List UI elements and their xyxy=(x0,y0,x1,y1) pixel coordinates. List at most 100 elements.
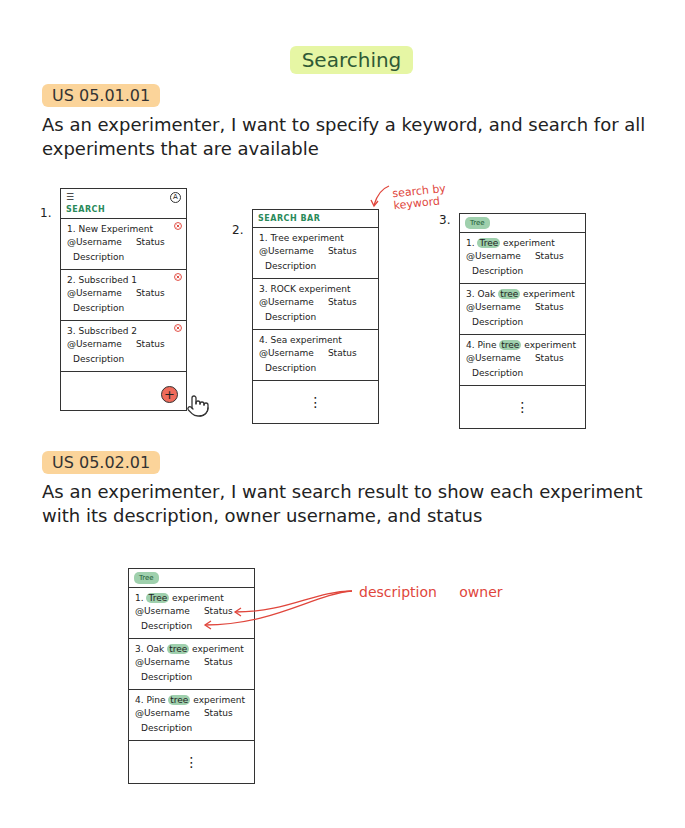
screen-row: 1.☰ASEARCH1. New Experiment@UsernameStat… xyxy=(40,173,665,429)
experiment-description: Description xyxy=(135,620,248,633)
experiment-title: 1. Tree experiment xyxy=(259,232,372,245)
title-row: Searching xyxy=(38,46,665,74)
experiment-item[interactable]: 4. Pine tree experiment@UsernameStatusDe… xyxy=(460,335,585,386)
annotation-text: search by keyword xyxy=(392,182,458,213)
experiment-title: 3. Oak tree experiment xyxy=(135,643,248,656)
annotation-arrow-icon xyxy=(369,183,391,209)
search-query[interactable]: Tree xyxy=(465,217,490,229)
page-title: Searching xyxy=(290,46,414,74)
phone-screen: Tree1. Tree experiment@UsernameStatusDes… xyxy=(459,213,586,429)
story-label: US 05.01.01 xyxy=(42,84,160,107)
title-text: experiment xyxy=(189,644,244,654)
meta-row: @UsernameStatus xyxy=(466,352,579,365)
screen-body: 1.☰ASEARCH1. New Experiment@UsernameStat… xyxy=(40,188,210,411)
title-text: 4. Pine xyxy=(466,340,499,350)
meta-row: @Username Status xyxy=(67,338,180,351)
experiment-status: Status xyxy=(136,287,165,300)
experiment-item[interactable]: 1. New Experiment @UsernameStatus Descript… xyxy=(61,219,186,270)
experiment-item[interactable]: 3. Subscribed 2@Username Status Descriptio… xyxy=(61,321,186,372)
meta-row: @UsernameStatus xyxy=(466,301,579,314)
keyword-highlight: tree xyxy=(168,695,190,705)
experiment-description: Description xyxy=(259,362,372,375)
title-text: experiment xyxy=(169,593,224,603)
experiment-item[interactable]: 1. Tree experiment@UsernameStatusDescrip… xyxy=(460,233,585,284)
experiment-description: Description xyxy=(135,722,248,735)
meta-row: @UsernameStatus xyxy=(466,250,579,263)
title-text: 1. Tree experiment xyxy=(259,233,344,243)
add-button[interactable]: + xyxy=(161,386,178,403)
avatar-button[interactable]: A xyxy=(170,192,181,203)
screen-column: 3.Tree1. Tree experiment@UsernameStatusD… xyxy=(439,213,589,429)
title-text: experiment xyxy=(500,238,555,248)
experiment-item[interactable]: 1. Tree experiment@UsernameStatusDescrip… xyxy=(129,588,254,639)
keyword-highlight: Tree xyxy=(146,593,169,603)
screen-header: ☰ASEARCH xyxy=(61,189,186,219)
owner-username: @Username xyxy=(135,707,190,720)
experiment-title: 1. Tree experiment xyxy=(135,592,248,605)
title-text: experiment xyxy=(520,289,575,299)
experiment-item[interactable]: 3. Oak tree experiment@UsernameStatusDes… xyxy=(129,639,254,690)
title-text: 3. Oak xyxy=(466,289,498,299)
screen-header: Tree xyxy=(129,569,254,588)
experiment-description: Description xyxy=(67,302,180,315)
owner-username: @Username xyxy=(67,236,122,249)
experiment-description: Description xyxy=(466,367,579,380)
more-indicator: ⋮ xyxy=(460,386,585,428)
owner-username: @Username xyxy=(67,338,122,351)
experiment-title: 2. Subscribed 1 xyxy=(67,274,180,287)
meta-row: @UsernameStatus xyxy=(135,656,248,669)
experiment-item[interactable]: 3. ROCK experiment@UsernameStatusDescrip… xyxy=(253,279,378,330)
search-query[interactable]: Tree xyxy=(134,572,159,584)
experiment-status: Status xyxy=(535,352,564,365)
screen-row: Tree1. Tree experiment@UsernameStatusDes… xyxy=(128,540,665,784)
owner-username: @Username xyxy=(135,656,190,669)
user-story: US 05.02.01As an experimenter, I want se… xyxy=(38,451,665,784)
menu-button[interactable]: ☰ xyxy=(66,192,74,203)
experiment-description: Description xyxy=(259,260,372,273)
story-text: As an experimenter, I want search result… xyxy=(42,480,665,528)
experiment-item[interactable]: 4. Sea experiment @Username Status Descript… xyxy=(253,330,378,381)
title-text: 2. Subscribed 1 xyxy=(67,275,137,285)
experiment-title: 4. Pine tree experiment xyxy=(135,694,248,707)
page: Searching US 05.01.01 As an experimenter, … xyxy=(0,0,685,828)
search-label[interactable]: SEARCH xyxy=(66,204,181,215)
title-text: 1. xyxy=(135,593,146,603)
experiment-item[interactable]: 3. Oak tree experiment@UsernameStatusDes… xyxy=(460,284,585,335)
delete-icon[interactable] xyxy=(174,273,182,281)
experiment-status: Status xyxy=(535,301,564,314)
story-text: As an experimenter, I want to specify a … xyxy=(42,113,665,161)
title-text: 4. Sea experiment xyxy=(259,335,342,345)
experiment-title: 1. New Experiment xyxy=(67,223,180,236)
owner-username: @Username xyxy=(67,287,122,300)
experiment-item[interactable]: 4. Pine tree experiment@UsernameStatusDe… xyxy=(129,690,254,741)
experiment-item[interactable]: 1. Tree experiment@UsernameStatusDescrip… xyxy=(253,228,378,279)
experiment-description: Description xyxy=(67,353,180,366)
experiment-description: Description xyxy=(67,251,180,264)
top-bar: ☰A xyxy=(66,192,181,203)
experiment-title: 3. ROCK experiment xyxy=(259,283,372,296)
experiment-title: 3. Subscribed 2 xyxy=(67,325,180,338)
screen-header: Tree xyxy=(460,214,585,233)
callout-row: Tree1. Tree experiment@UsernameStatusDes… xyxy=(128,568,503,784)
screen-footer: + xyxy=(61,372,186,410)
experiment-description: Description xyxy=(259,311,372,324)
title-text: 3. Oak xyxy=(135,644,167,654)
experiment-status: Status xyxy=(136,338,165,351)
experiment-status: Status xyxy=(328,296,357,309)
screen-body: 2.SEARCH BAR1. Tree experiment@UsernameS… xyxy=(232,209,417,424)
phone-screen: SEARCH BAR1. Tree experiment@UsernameSta… xyxy=(252,209,379,424)
title-text: experiment xyxy=(190,695,245,705)
owner-username: @Username xyxy=(259,347,314,360)
callout-arrows-icon xyxy=(194,568,356,638)
title-text: 3. ROCK experiment xyxy=(259,284,351,294)
meta-row: @UsernameStatus xyxy=(67,236,180,249)
experiment-status: Status xyxy=(328,347,357,360)
more-indicator: ⋮ xyxy=(253,381,378,423)
keyword-highlight: tree xyxy=(499,340,521,350)
delete-icon[interactable] xyxy=(174,222,182,230)
search-bar[interactable]: SEARCH BAR xyxy=(258,213,373,224)
title-text: 1. New Experiment xyxy=(67,224,153,234)
screen-column: search by keyword2.SEARCH BAR1. Tree exp… xyxy=(232,173,417,424)
experiment-item[interactable]: 2. Subscribed 1 @Username Status Descriptio… xyxy=(61,270,186,321)
delete-icon[interactable] xyxy=(174,324,182,332)
